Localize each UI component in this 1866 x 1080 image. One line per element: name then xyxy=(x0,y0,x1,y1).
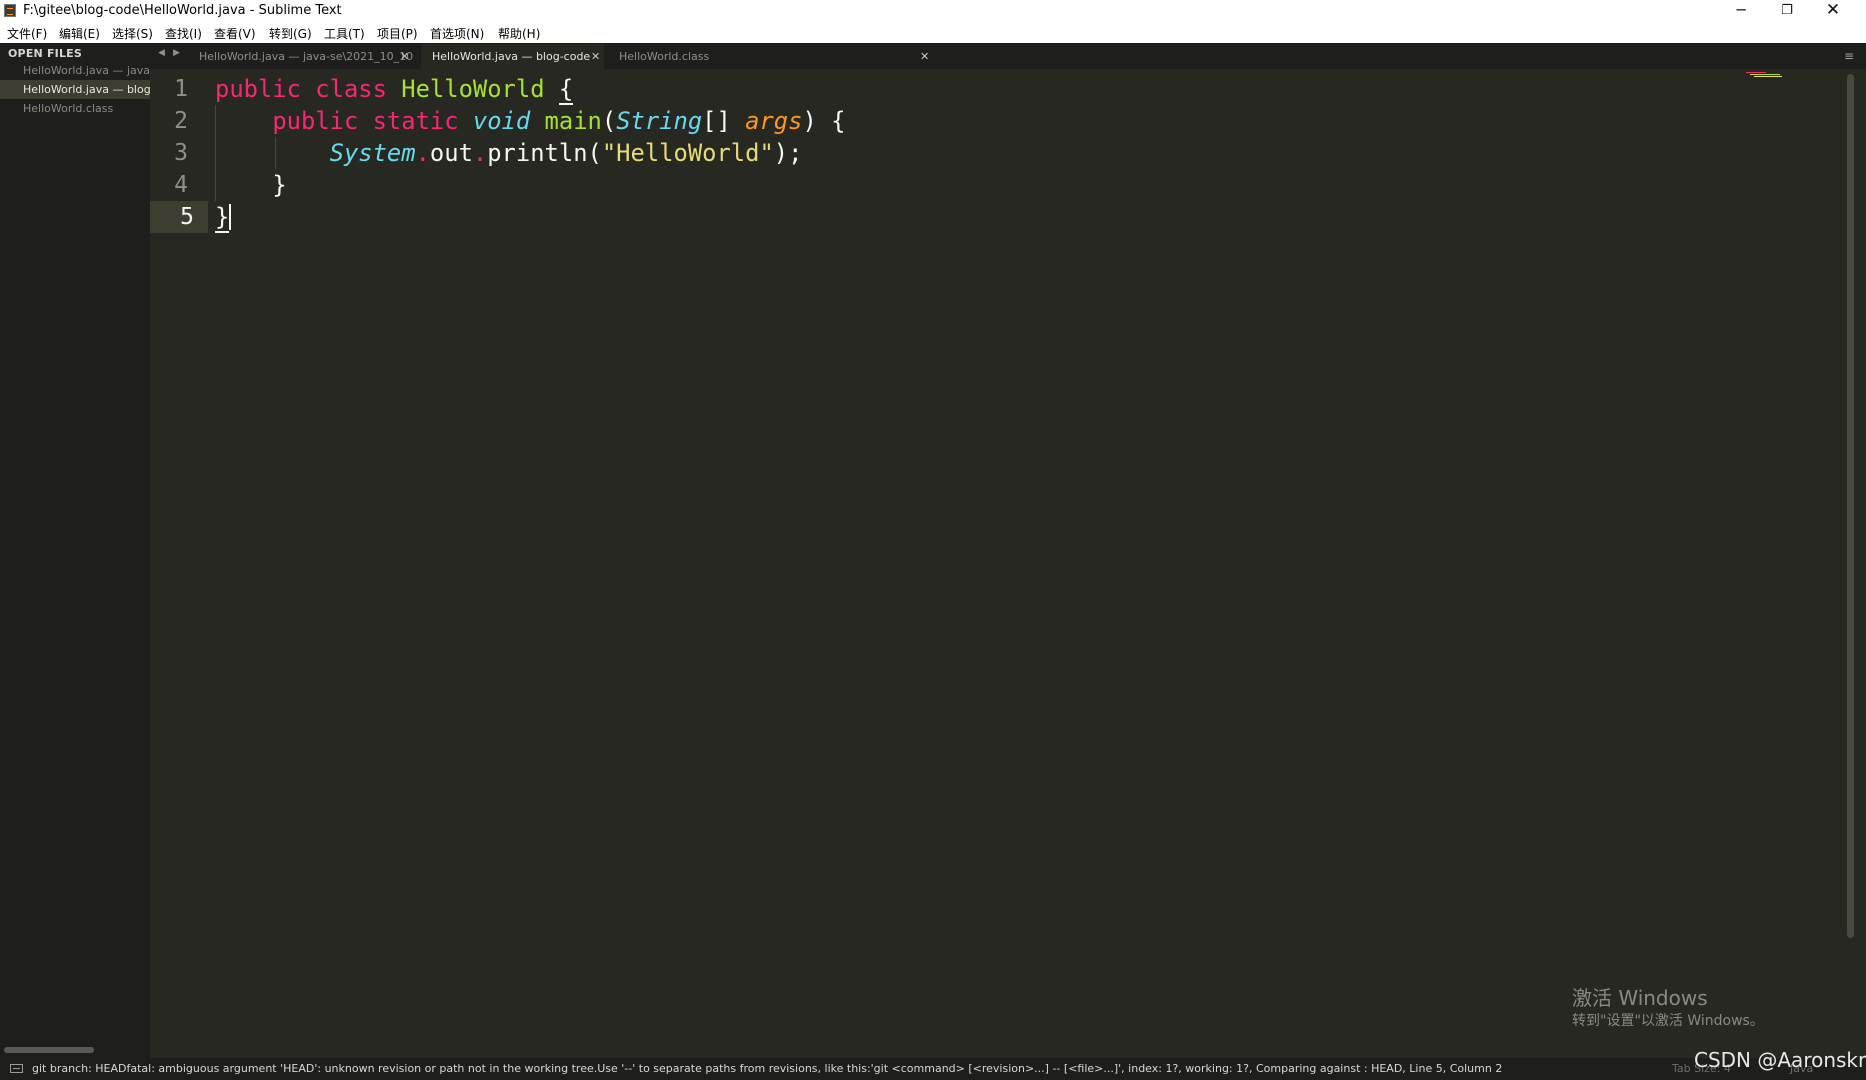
sidebar-file-item[interactable]: HelloWorld.class xyxy=(0,99,150,118)
menu-file[interactable]: 文件(F) xyxy=(7,25,47,42)
minimize-button[interactable]: ─ xyxy=(1718,0,1764,23)
token-punct: ( xyxy=(587,139,602,167)
token-type: String xyxy=(616,107,703,135)
windows-activation-subtitle: 转到"设置"以激活 Windows。 xyxy=(1572,1013,1764,1029)
menu-goto[interactable]: 转到(G) xyxy=(269,25,312,42)
token-punct: ); xyxy=(773,139,803,167)
token-brace-matched: { xyxy=(558,75,574,105)
token-brace-matched: } xyxy=(215,203,230,233)
token-keyword: static xyxy=(372,107,459,135)
token-keyword: public xyxy=(272,107,359,135)
menu-project[interactable]: 项目(P) xyxy=(377,25,418,42)
menu-selection[interactable]: 选择(S) xyxy=(112,25,153,42)
menu-edit[interactable]: 编辑(E) xyxy=(59,25,100,42)
code-line-5: } xyxy=(215,201,230,233)
menu-view[interactable]: 查看(V) xyxy=(214,25,256,42)
token-method: println xyxy=(487,139,588,167)
token-keyword: public xyxy=(215,75,301,103)
token-brace: { xyxy=(831,107,846,135)
menu-bar: 文件(F) 编辑(E) 选择(S) 查找(I) 查看(V) 转到(G) 工具(T… xyxy=(0,23,1866,43)
code-line-3: System.out.println("HelloWorld"); xyxy=(215,137,803,169)
tab-nav-right-icon[interactable]: ▶ xyxy=(173,48,180,58)
code-line-4: } xyxy=(215,169,287,201)
token-dot: . xyxy=(415,139,430,167)
tab-helloworld-java-se[interactable]: HelloWorld.java — java-se\2021_10_10 ✕ xyxy=(188,44,416,69)
token-keyword: class xyxy=(315,75,387,103)
close-window-button[interactable]: ✕ xyxy=(1810,0,1856,23)
windows-activation-title: 激活 Windows xyxy=(1572,986,1708,1010)
line-number: 3 xyxy=(174,140,188,166)
status-bar: git branch: HEADfatal: ambiguous argumen… xyxy=(0,1058,1866,1080)
line-number: 2 xyxy=(174,108,188,134)
minimap[interactable] xyxy=(1746,72,1790,78)
sidebar-file-item[interactable]: HelloWorld.java — java-se\2021_10_10 xyxy=(0,61,150,80)
status-message: git branch: HEADfatal: ambiguous argumen… xyxy=(32,1062,1503,1075)
restore-button[interactable]: ❐ xyxy=(1764,0,1810,23)
line-number: 4 xyxy=(174,172,188,198)
text-cursor xyxy=(229,204,231,230)
tab-nav-left-icon[interactable]: ◀ xyxy=(158,48,165,58)
token-punct: ( xyxy=(601,107,617,135)
menu-help[interactable]: 帮助(H) xyxy=(498,25,540,42)
token-argument: args xyxy=(745,107,803,135)
tab-bar: ◀ ▶ HelloWorld.java — java-se\2021_10_10… xyxy=(150,43,1866,69)
window-title: F:\gitee\blog-code\HelloWorld.java - Sub… xyxy=(23,3,342,18)
code-line-1: public class HelloWorld { xyxy=(215,73,574,105)
panel-toggle-icon[interactable] xyxy=(10,1064,23,1073)
token-brace: } xyxy=(272,171,287,199)
tab-list-menu-icon[interactable]: ≡ xyxy=(1844,49,1854,63)
token-punct: [] xyxy=(702,107,731,135)
line-number-current: 5 xyxy=(150,201,208,233)
menu-find[interactable]: 查找(I) xyxy=(165,25,202,42)
tab-label: HelloWorld.java — blog-code xyxy=(432,50,591,63)
token-class-name: HelloWorld xyxy=(401,75,545,103)
sidebar: OPEN FILES HelloWorld.java — java-se\202… xyxy=(0,43,150,1060)
tab-close-icon[interactable]: ✕ xyxy=(920,44,929,69)
tab-helloworld-class[interactable]: HelloWorld.class ✕ xyxy=(608,44,934,69)
sidebar-scrollbar-thumb[interactable] xyxy=(4,1047,94,1053)
token-function: main xyxy=(544,107,602,135)
tab-close-icon[interactable]: ✕ xyxy=(400,44,409,69)
sidebar-file-item-active[interactable]: HelloWorld.java — blog-code xyxy=(0,80,150,99)
menu-tools[interactable]: 工具(T) xyxy=(324,25,365,42)
tab-label: HelloWorld.java — java-se\2021_10_10 xyxy=(199,50,414,63)
tab-label: HelloWorld.class xyxy=(619,50,710,63)
token-field: out xyxy=(429,139,473,167)
token-type: void xyxy=(472,107,531,135)
code-editor[interactable]: 1 2 3 4 5 public class HelloWorld { publ… xyxy=(150,69,1866,1060)
tab-close-icon[interactable]: ✕ xyxy=(591,44,600,69)
menu-preferences[interactable]: 首选项(N) xyxy=(430,25,484,42)
token-type: System xyxy=(329,139,416,167)
token-punct: ) xyxy=(802,107,817,135)
line-number: 1 xyxy=(174,76,188,102)
sublime-app-icon xyxy=(4,4,16,17)
csdn-watermark: CSDN @Aaronskr xyxy=(1694,1048,1866,1072)
open-files-header: OPEN FILES xyxy=(8,47,83,60)
tab-helloworld-blog-code[interactable]: HelloWorld.java — blog-code ✕ xyxy=(421,44,604,69)
editor-scrollbar-thumb[interactable] xyxy=(1847,74,1854,938)
token-string: "HelloWorld" xyxy=(601,139,774,167)
code-line-2: public static void main(String[] args) { xyxy=(215,105,845,137)
title-bar: F:\gitee\blog-code\HelloWorld.java - Sub… xyxy=(0,0,1866,23)
token-dot: . xyxy=(472,139,488,167)
